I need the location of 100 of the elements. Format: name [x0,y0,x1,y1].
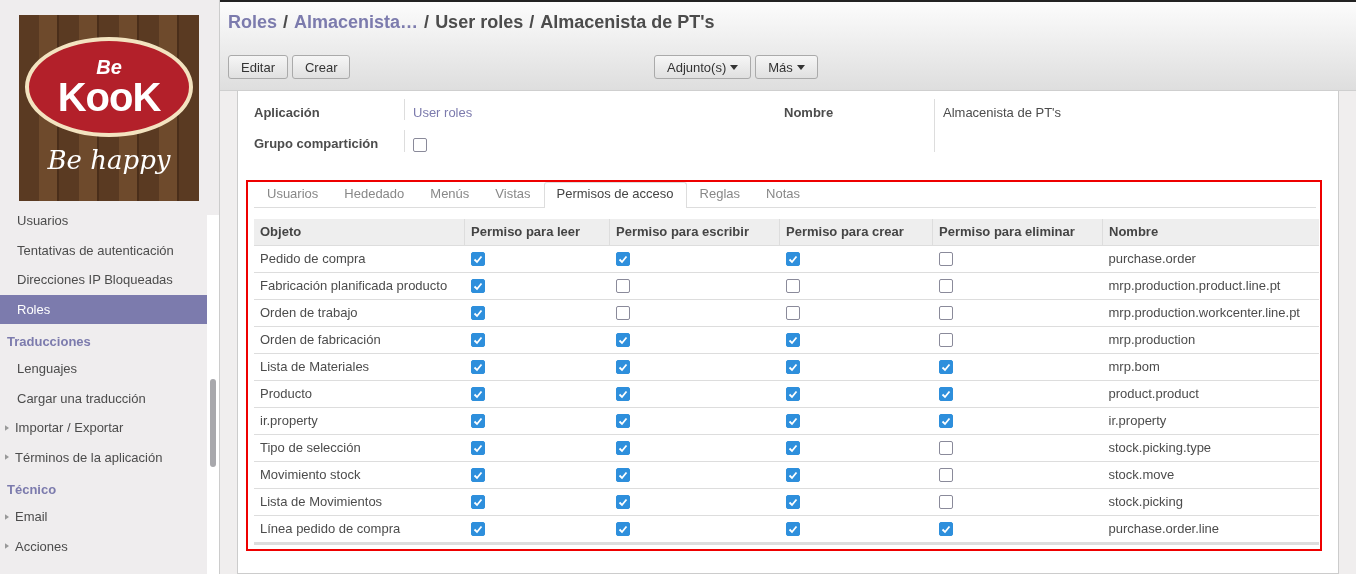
checkbox[interactable] [785,387,800,402]
table-cell: mrp.bom [1102,353,1319,381]
menu-section-heading: Técnico [6,481,58,499]
menu-item[interactable]: Importar / Exportar [15,420,124,436]
table-cell: Lista de Materiales [254,353,465,381]
menu-item[interactable]: Lenguajes [0,354,207,384]
checkbox[interactable] [938,522,953,537]
toolbar-button[interactable]: Crear [291,55,351,79]
checkbox[interactable] [615,468,630,483]
tab[interactable]: Notas [753,181,813,207]
column-header: Permiso para leer [464,218,610,246]
checkbox[interactable] [615,333,630,348]
menu-item[interactable]: Usuarios [0,206,207,236]
checkbox[interactable] [938,387,953,402]
checkbox[interactable] [470,333,485,348]
breadcrumb-separator: / [529,12,535,33]
field-label: Nombre [784,104,835,122]
breadcrumb-separator: / [283,12,289,33]
checkbox[interactable] [615,387,630,402]
checkbox[interactable] [470,468,485,483]
table-cell: ir.property [1102,407,1319,435]
breadcrumb-link[interactable]: Almacenista… [294,12,419,33]
checkbox[interactable] [470,414,485,429]
table-cell: Pedido de compra [254,245,465,273]
dropdown-button[interactable]: Adjunto(s) [654,55,752,79]
tab[interactable]: Menús [417,181,483,207]
expand-caret-icon[interactable] [5,454,9,461]
checkbox[interactable] [413,137,427,152]
checkbox[interactable] [938,306,953,321]
checkbox[interactable] [785,333,800,348]
menu-item[interactable]: Términos de la aplicación [15,449,163,465]
expand-caret-icon[interactable] [5,543,9,550]
caret-icon [730,64,739,70]
checkbox[interactable] [615,360,630,375]
toolbar-button[interactable]: Editar [228,55,288,79]
column-header: Permiso para escribir [609,218,780,246]
checkbox[interactable] [938,414,953,429]
tab[interactable]: Usuarios [254,181,332,207]
application-link[interactable]: User roles [404,99,784,120]
tab[interactable]: Vistas [482,181,544,207]
checkbox[interactable] [470,441,485,456]
checkbox[interactable] [470,279,485,294]
checkbox[interactable] [470,360,485,375]
menu-item[interactable]: Direcciones IP Bloqueadas [0,265,207,295]
checkbox[interactable] [938,252,953,267]
checkbox[interactable] [615,306,630,321]
menu-item[interactable]: Email [15,509,48,525]
field-value: Almacenista de PT's [934,99,1234,152]
tab[interactable]: Reglas [686,181,754,207]
checkbox[interactable] [785,252,800,267]
checkbox[interactable] [470,522,485,537]
table-cell: mrp.production [1102,326,1319,354]
checkbox[interactable] [785,441,800,456]
checkbox[interactable] [785,522,800,537]
checkbox[interactable] [785,360,800,375]
field-label: Aplicación [254,104,321,120]
checkbox[interactable] [785,495,800,510]
checkbox[interactable] [615,522,630,537]
menu-item[interactable]: Acciones [15,538,68,554]
scrollbar-thumb[interactable] [210,379,216,467]
checkbox[interactable] [470,252,485,267]
table-cell: mrp.production.workcenter.line.pt [1102,299,1319,327]
checkbox[interactable] [938,468,953,483]
checkbox[interactable] [785,279,800,294]
checkbox[interactable] [615,495,630,510]
table-cell: Fabricación planificada producto [254,272,465,300]
table-cell: mrp.production.product.line.pt [1102,272,1319,300]
checkbox[interactable] [938,441,953,456]
checkbox[interactable] [470,387,485,402]
table-cell: ir.property [254,407,465,435]
breadcrumb-link[interactable]: Roles [228,12,278,33]
tab[interactable]: Hededado [331,181,418,207]
table-cell: purchase.order.line [1102,515,1319,544]
checkbox[interactable] [785,414,800,429]
checkbox[interactable] [615,252,630,267]
checkbox[interactable] [615,279,630,294]
checkbox[interactable] [938,360,953,375]
table-cell: Línea pedido de compra [254,515,465,544]
checkbox[interactable] [615,414,630,429]
expand-caret-icon[interactable] [5,513,9,520]
table-cell: stock.move [1102,461,1319,489]
table-cell: stock.picking.type [1102,434,1319,462]
checkbox[interactable] [938,495,953,510]
checkbox[interactable] [938,333,953,348]
checkbox[interactable] [938,279,953,294]
menu-item[interactable]: Cargar una traducción [0,383,207,413]
breadcrumb-separator: / [424,12,430,33]
column-header: Permiso para crear [779,218,933,246]
checkbox[interactable] [785,468,800,483]
checkbox[interactable] [470,306,485,321]
tab[interactable]: Permisos de acceso [543,181,687,208]
expand-caret-icon[interactable] [5,424,9,431]
menu-item[interactable]: Roles [0,294,207,324]
table-cell: Producto [254,380,465,408]
menu-item[interactable]: Tentativas de autenticación [0,235,207,265]
checkbox[interactable] [785,306,800,321]
checkbox[interactable] [470,495,485,510]
table-cell: product.product [1102,380,1319,408]
checkbox[interactable] [615,441,630,456]
dropdown-button[interactable]: Más [755,55,818,79]
